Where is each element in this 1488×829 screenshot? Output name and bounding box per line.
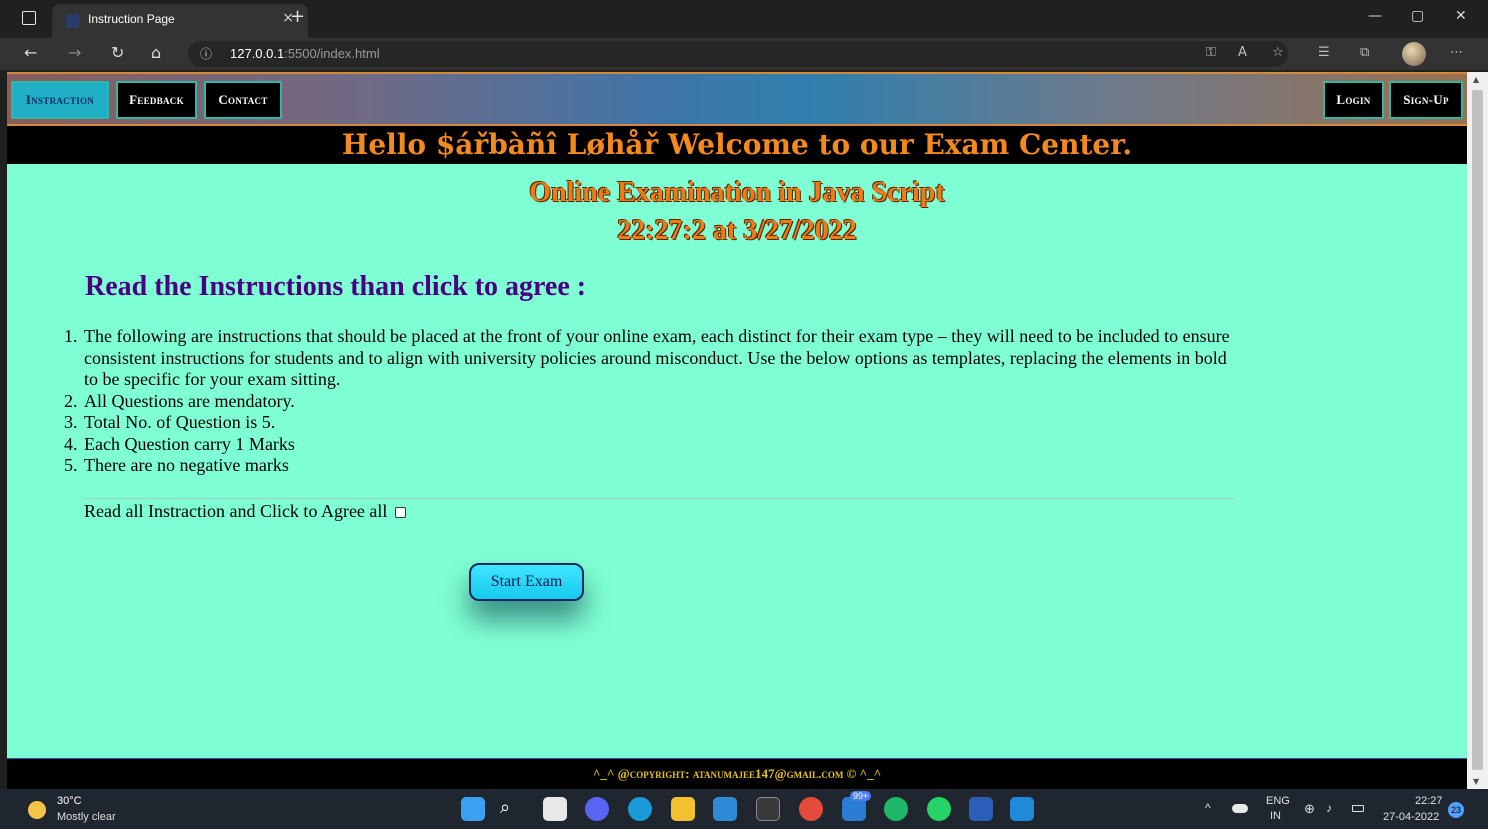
volume-icon[interactable]: ♪ <box>1326 801 1332 815</box>
lang-top[interactable]: ENG <box>1266 795 1290 807</box>
mail-icon[interactable] <box>713 797 737 821</box>
url-text: 127.0.0.1:5500/index.html <box>230 46 380 61</box>
browser-tab-bar: Instruction Page × + — ▢ ✕ <box>0 0 1488 38</box>
notification-badge[interactable]: 23 <box>1448 802 1464 818</box>
profile-avatar[interactable] <box>1402 42 1426 66</box>
minimize-icon[interactable]: — <box>1368 8 1382 24</box>
list-item: 5. There are no negative marks <box>64 455 289 475</box>
paint-icon[interactable] <box>799 797 823 821</box>
key-icon[interactable]: ⚿ <box>1206 45 1216 60</box>
whatsapp-icon[interactable] <box>927 797 951 821</box>
upwork-icon[interactable] <box>884 797 908 821</box>
favorites-icon[interactable]: ☰ <box>1318 45 1330 60</box>
notion-icon[interactable] <box>756 797 780 821</box>
agree-label: Read all Instraction and Click to Agree … <box>84 501 388 521</box>
teams-chat-icon[interactable] <box>585 797 609 821</box>
edge-icon[interactable] <box>628 797 652 821</box>
close-window-icon[interactable]: ✕ <box>1455 8 1467 24</box>
site-navbar: Instraction Feedback Contact Login Sign-… <box>7 72 1467 126</box>
task-view-icon[interactable] <box>543 797 567 821</box>
browser-tab[interactable]: Instruction Page × <box>52 4 308 38</box>
word-icon[interactable] <box>969 797 993 821</box>
start-icon[interactable] <box>461 797 485 821</box>
forward-icon[interactable]: → <box>68 43 81 62</box>
site-info-icon[interactable]: ⓘ <box>200 45 212 62</box>
onedrive-icon[interactable] <box>1232 804 1248 813</box>
nav-instraction[interactable]: Instraction <box>11 81 109 119</box>
collections-icon[interactable]: ⧉ <box>1360 45 1369 60</box>
nav-contact[interactable]: Contact <box>204 81 282 119</box>
tray-chevron-icon[interactable]: ^ <box>1205 801 1211 815</box>
refresh-icon[interactable]: ↻ <box>111 43 124 62</box>
back-icon[interactable]: ← <box>24 43 37 62</box>
clock-readout: 22:27:2 at 3/27/2022 <box>617 215 857 246</box>
agree-row: Read all Instraction and Click to Agree … <box>84 500 406 522</box>
start-exam-button[interactable]: Start Exam <box>469 563 584 601</box>
divider <box>84 498 1236 499</box>
restore-icon[interactable]: ▢ <box>1411 8 1424 24</box>
nav-feedback[interactable]: Feedback <box>116 81 197 119</box>
page-scrollbar[interactable]: ▲ ▼ <box>1467 72 1488 789</box>
page-title: Online Examination in Java Script <box>529 177 945 208</box>
instructions-list: 1. The following are instructions that sh… <box>64 326 1244 477</box>
vscode-icon[interactable] <box>1010 797 1034 821</box>
tab-actions-icon[interactable] <box>22 11 36 25</box>
address-bar-row: ← → ↻ ⌂ ⓘ 127.0.0.1:5500/index.html ⚿ A … <box>0 38 1488 70</box>
scroll-up-icon[interactable]: ▲ <box>1473 75 1479 84</box>
more-icon[interactable]: ⋯ <box>1450 45 1463 60</box>
store-icon[interactable]: 99+ <box>842 791 872 821</box>
taskbar: 30°C Mostly clear ⌕ 99+ ^ ENG IN ⊕ ♪ 22:… <box>0 789 1488 829</box>
instructions-heading: Read the Instructions than click to agre… <box>85 271 587 302</box>
store-badge: 99+ <box>850 791 872 801</box>
read-aloud-icon[interactable]: A <box>1238 45 1247 60</box>
new-tab-icon[interactable]: + <box>290 6 305 27</box>
taskbar-date[interactable]: 27-04-2022 <box>1383 811 1439 823</box>
search-icon[interactable]: ⌕ <box>500 797 524 821</box>
weather-moon-icon[interactable] <box>28 801 46 819</box>
footer: ^_^ @copyright: atanumajee147@gmail.com … <box>7 758 1467 789</box>
weather-desc: Mostly clear <box>57 811 116 823</box>
network-icon[interactable]: ⊕ <box>1304 801 1315 817</box>
nav-login[interactable]: Login <box>1323 81 1384 119</box>
home-icon[interactable]: ⌂ <box>151 43 161 62</box>
list-item: 2. All Questions are mendatory. <box>64 390 295 411</box>
lang-bottom[interactable]: IN <box>1270 810 1281 822</box>
tab-title: Instruction Page <box>88 12 175 26</box>
nav-signup[interactable]: Sign-Up <box>1389 81 1463 119</box>
weather-temp: 30°C <box>57 795 82 807</box>
scroll-thumb[interactable] <box>1472 90 1483 770</box>
list-item: 4. Each Question carry 1 Marks <box>64 433 295 454</box>
favorite-add-icon[interactable]: ☆ <box>1272 45 1284 60</box>
agree-checkbox[interactable] <box>394 507 406 519</box>
list-item: 1. The following are instructions that sh… <box>64 326 1230 389</box>
page-viewport: Instraction Feedback Contact Login Sign-… <box>7 72 1467 789</box>
file-explorer-icon[interactable] <box>671 797 695 821</box>
taskbar-time[interactable]: 22:27 <box>1415 795 1443 807</box>
list-item: 3. Total No. of Question is 5. <box>64 412 276 432</box>
welcome-banner: Hello $ářbàñî Løhåř Welcome to our Exam … <box>7 126 1467 164</box>
url-input[interactable]: ⓘ 127.0.0.1:5500/index.html <box>188 41 1288 67</box>
favicon-icon <box>66 14 80 28</box>
battery-icon[interactable] <box>1352 805 1364 812</box>
scroll-down-icon[interactable]: ▼ <box>1473 777 1479 786</box>
